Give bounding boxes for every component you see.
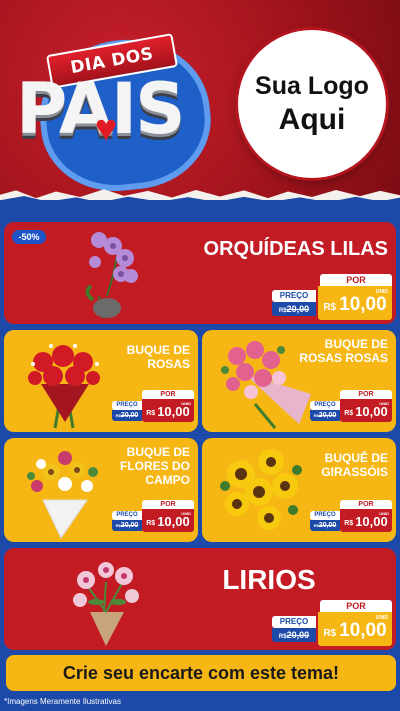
price-tag: POR PREÇO R$20,00 R$ 10,00 UNID xyxy=(310,500,392,532)
price-tag: POR PREÇO R$20,00 R$ 10,00 UNID xyxy=(272,600,392,646)
sunflower-icon xyxy=(212,442,312,540)
old-price: R$20,00 xyxy=(310,520,340,531)
product-name: BUQUE DE ROSAS ROSAS xyxy=(299,337,388,365)
por-label: POR xyxy=(320,600,392,612)
por-label: POR xyxy=(142,500,194,509)
price-tag: POR PREÇO R$20,00 R$ 10,00 UNID xyxy=(112,390,194,422)
orchid-icon xyxy=(70,226,150,320)
new-price: R$ 10,00 UNID xyxy=(142,399,194,422)
new-price: R$ 10,00 UNID xyxy=(318,286,392,320)
logo-text-line1: Sua Logo xyxy=(255,71,369,100)
por-label: POR xyxy=(340,390,392,399)
product-name: ORQUÍDEAS LILAS xyxy=(203,238,388,260)
product-name: LIRIOS xyxy=(222,564,316,595)
old-price: R$20,00 xyxy=(112,520,142,531)
preco-label: PREÇO xyxy=(272,290,316,302)
price-tag: POR PREÇO R$20,00 R$ 10,00 UNID xyxy=(112,500,194,532)
heart-icon: ♥ xyxy=(94,108,118,150)
disclaimer-text: *Imagens Meramente Ilustrativas xyxy=(4,697,121,706)
new-price: R$ 10,00 UNID xyxy=(340,509,392,532)
logo-placeholder: Sua Logo Aqui xyxy=(238,30,386,178)
new-price: R$ 10,00 UNID xyxy=(142,509,194,532)
product-card-girassois[interactable]: BUQUÊ DE GIRASSÓIS POR PREÇO R$20,00 R$ … xyxy=(202,438,396,542)
product-card-buque-rosas-rosas[interactable]: BUQUE DE ROSAS ROSAS POR PREÇO R$20,00 R… xyxy=(202,330,396,432)
product-name: BUQUÊ DE GIRASSÓIS xyxy=(321,451,388,479)
new-price: R$ 10,00 UNID xyxy=(318,612,392,646)
lily-icon xyxy=(64,552,148,648)
new-price: R$ 10,00 UNID xyxy=(340,399,392,422)
old-price: R$20,00 xyxy=(310,410,340,421)
preco-label: PREÇO xyxy=(310,401,340,410)
por-label: POR xyxy=(142,390,194,399)
product-card-lirios[interactable]: LIRIOS POR PREÇO R$20,00 R$ 10,00 UNID xyxy=(4,548,396,650)
logo-text-line2: Aqui xyxy=(278,102,346,136)
header-banner: DIA DOS PAIS ♥ Sua Logo Aqui xyxy=(0,0,400,200)
preco-label: PREÇO xyxy=(310,511,340,520)
cta-banner[interactable]: Crie seu encarte com este tema! xyxy=(6,655,396,691)
product-card-orquideas[interactable]: -50% ORQUÍDEAS LILAS POR PREÇO R$20,00 R… xyxy=(4,222,396,324)
old-price: R$20,00 xyxy=(272,628,316,642)
old-price: R$20,00 xyxy=(272,302,316,316)
product-card-flores-campo[interactable]: BUQUE DE FLORES DO CAMPO POR PREÇO R$20,… xyxy=(4,438,198,542)
por-label: POR xyxy=(340,500,392,509)
price-tag: POR PREÇO R$20,00 R$ 10,00 UNID xyxy=(310,390,392,422)
discount-badge: -50% xyxy=(12,230,46,244)
preco-label: PREÇO xyxy=(112,511,142,520)
por-label: POR xyxy=(320,274,392,286)
preco-label: PREÇO xyxy=(112,401,142,410)
product-name: BUQUE DE FLORES DO CAMPO xyxy=(119,445,190,487)
price-tag: POR PREÇO R$20,00 R$ 10,00 UNID xyxy=(272,274,392,320)
preco-label: PREÇO xyxy=(272,616,316,628)
old-price: R$20,00 xyxy=(112,410,142,421)
product-name: BUQUE DE ROSAS xyxy=(126,343,190,371)
product-card-buque-rosas[interactable]: BUQUE DE ROSAS POR PREÇO R$20,00 R$ 10,0… xyxy=(4,330,198,432)
